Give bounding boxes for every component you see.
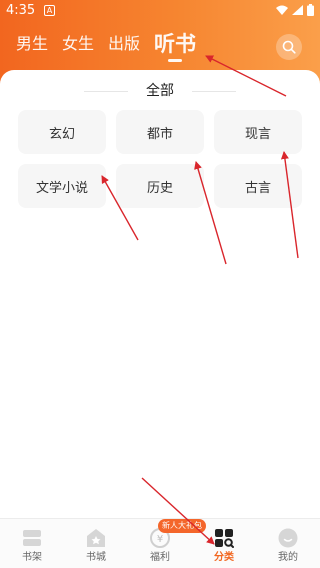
tab-female[interactable]: 女生 <box>62 32 94 56</box>
category-chip-literature[interactable]: 文学小说 <box>18 164 106 208</box>
profile-icon <box>277 527 299 549</box>
category-chip-xianyan[interactable]: 现言 <box>214 110 302 154</box>
notification-icon: A <box>44 5 55 16</box>
search-button[interactable] <box>276 34 302 60</box>
panel-title-row: 全部 <box>0 80 320 102</box>
top-tab-bar: 男生 女生 出版 听书 <box>16 32 197 62</box>
category-icon <box>213 527 235 549</box>
nav-bookshelf[interactable]: 书架 <box>0 519 64 568</box>
nav-profile-label: 我的 <box>278 552 298 563</box>
nav-profile[interactable]: 我的 <box>256 519 320 568</box>
nav-bookshelf-label: 书架 <box>22 552 42 563</box>
status-bar: 4:35 A <box>0 0 320 22</box>
search-icon <box>282 40 296 54</box>
nav-store[interactable]: 书城 <box>64 519 128 568</box>
status-icons <box>276 4 314 16</box>
title-divider-right <box>192 91 236 92</box>
store-icon <box>85 527 107 549</box>
promo-badge: 新人大礼包 <box>158 519 206 533</box>
panel-title: 全部 <box>146 83 174 99</box>
bookshelf-icon <box>21 527 43 549</box>
tab-audiobook[interactable]: 听书 <box>154 32 197 62</box>
tab-male[interactable]: 男生 <box>16 32 48 56</box>
active-tab-indicator <box>168 59 183 62</box>
tab-publish[interactable]: 出版 <box>108 32 140 56</box>
category-chip-dushi[interactable]: 都市 <box>116 110 204 154</box>
tab-audiobook-label: 听书 <box>154 32 197 56</box>
svg-text:¥: ¥ <box>157 534 163 545</box>
signal-icon <box>292 5 303 15</box>
status-time: 4:35 <box>6 3 36 18</box>
nav-store-label: 书城 <box>86 552 106 563</box>
category-chip-history[interactable]: 历史 <box>116 164 204 208</box>
category-chip-guyan[interactable]: 古言 <box>214 164 302 208</box>
nav-category-label: 分类 <box>214 552 234 563</box>
category-panel: 全部 玄幻 都市 现言 文学小说 历史 古言 <box>0 70 320 520</box>
battery-icon <box>307 4 314 16</box>
nav-welfare-label: 福利 <box>150 552 170 563</box>
category-chip-xuanhuan[interactable]: 玄幻 <box>18 110 106 154</box>
wifi-icon <box>276 5 288 15</box>
